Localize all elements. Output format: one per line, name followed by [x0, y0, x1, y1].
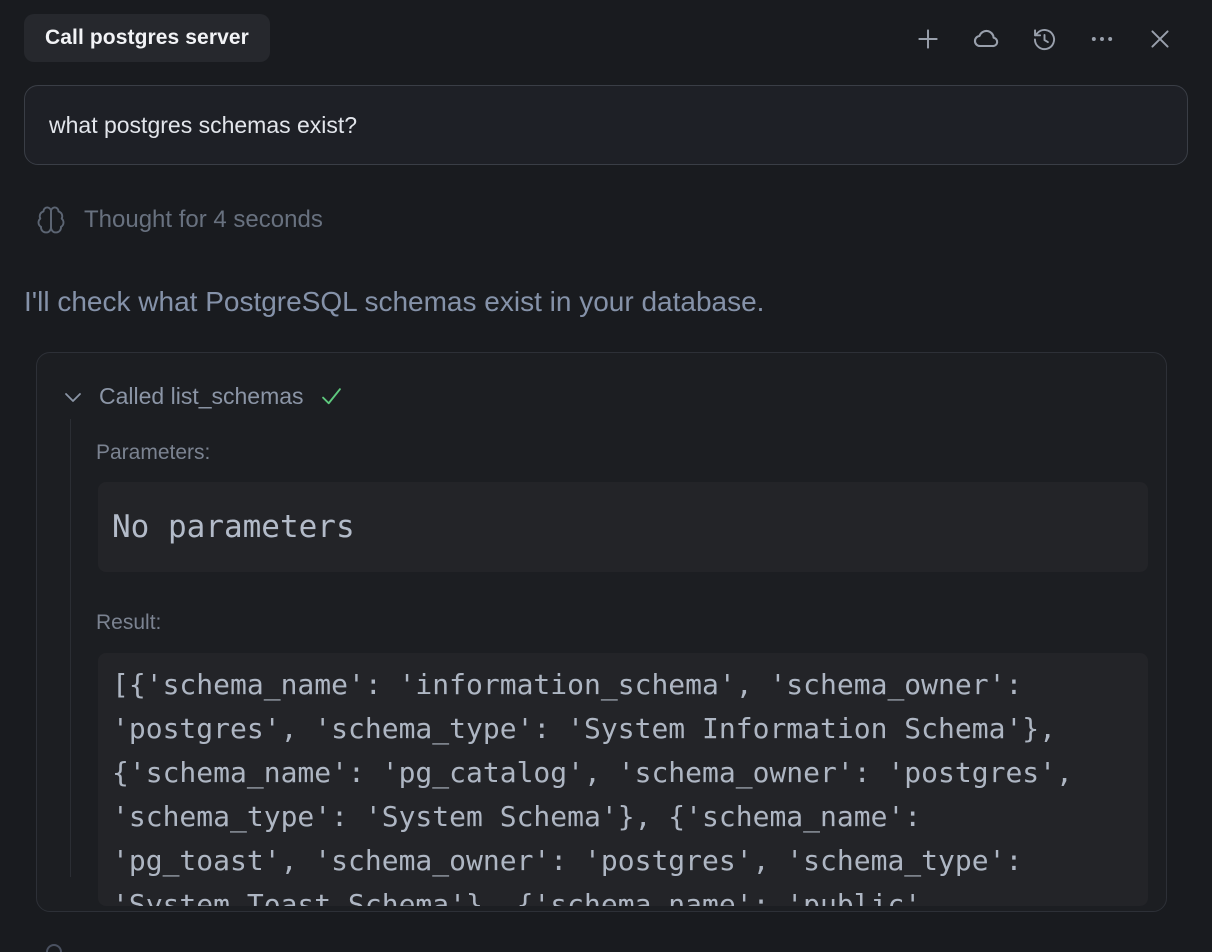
- collapse-thread-line: [70, 419, 71, 877]
- toolbar: [914, 25, 1174, 53]
- result-line: 'postgres', 'schema_type': 'System Infor…: [112, 707, 1134, 751]
- tool-call-title: Called list_schemas: [99, 383, 304, 410]
- ellipsis-icon[interactable]: [1088, 25, 1116, 53]
- window-title: Call postgres server: [45, 26, 249, 50]
- parameters-value: No parameters: [112, 509, 355, 545]
- check-icon: [318, 383, 345, 410]
- result-line: {'schema_name': 'pg_catalog', 'schema_ow…: [112, 751, 1134, 795]
- user-message[interactable]: what postgres schemas exist?: [24, 85, 1188, 165]
- history-icon[interactable]: [1030, 25, 1058, 53]
- result-line: 'schema_type': 'System Schema'}, {'schem…: [112, 795, 1134, 839]
- result-code-block[interactable]: [{'schema_name': 'information_schema', '…: [98, 653, 1148, 906]
- chat-window: Call postgres server: [0, 0, 1212, 952]
- plus-icon[interactable]: [914, 25, 942, 53]
- chevron-down-icon[interactable]: [61, 385, 85, 409]
- thinking-label: Thought for 4 seconds: [84, 206, 323, 234]
- result-label: Result:: [96, 611, 161, 635]
- assistant-message: I'll check what PostgreSQL schemas exist…: [24, 284, 1124, 320]
- result-line: 'pg_toast', 'schema_owner': 'postgres', …: [112, 839, 1134, 883]
- brain-icon: [36, 205, 66, 235]
- user-message-text: what postgres schemas exist?: [49, 112, 357, 139]
- cloud-icon[interactable]: [972, 25, 1000, 53]
- parameters-label: Parameters:: [96, 441, 210, 465]
- tool-call-header[interactable]: Called list_schemas: [61, 383, 345, 410]
- tool-call-card: Called list_schemas Parameters: No param…: [36, 352, 1167, 912]
- result-line: [{'schema_name': 'information_schema', '…: [112, 663, 1134, 707]
- window-title-badge: Call postgres server: [24, 14, 270, 62]
- close-icon[interactable]: [1146, 25, 1174, 53]
- parameters-code-block: No parameters: [98, 482, 1148, 572]
- next-element-clipped: [46, 944, 62, 952]
- thinking-row[interactable]: Thought for 4 seconds: [36, 205, 323, 235]
- result-line: 'System Toast Schema'}, {'schema_name': …: [112, 883, 1134, 906]
